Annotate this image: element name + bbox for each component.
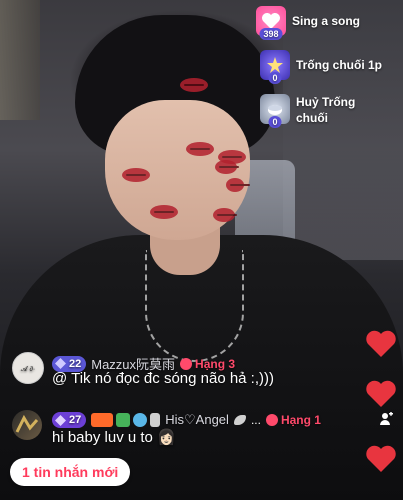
gift-trong-chuoi-1p[interactable]: 0 Trống chuối 1p [260,50,382,84]
floating-heart-icon [366,330,396,357]
diamond-icon [55,414,66,426]
rank-icon [265,414,278,426]
kiss-effect [186,142,214,156]
gift-badge-icon [116,413,131,427]
comment-text: hi baby luv u to 👩🏻 [52,429,176,446]
username[interactable]: His♡Angel [165,412,229,428]
kiss-effect [122,168,150,182]
wing-icon [233,415,246,425]
kiss-effect [226,178,250,192]
cancel-drum-icon: 0 [260,94,290,128]
comment-meta: 27 His♡Angel ... Hạng 1 [52,412,321,428]
background-wall [283,0,403,260]
kiss-effect [150,205,178,219]
live-stream-view: 398 Sing a song 0 Trống chuối 1p 0 Huỷ T… [0,0,403,500]
level-number: 27 [69,414,82,426]
gift-sing-a-song[interactable]: 398 Sing a song [256,6,361,40]
svg-text:𝓐 ∂·: 𝓐 ∂· [21,365,36,373]
chat-comment[interactable]: 27 His♡Angel ... Hạng 1 hi baby luv u to… [12,410,363,450]
user-avatar[interactable] [12,410,42,440]
heart-badge-icon [133,413,148,427]
new-message-button[interactable]: 1 tin nhắn mới [10,458,131,486]
username-ellipsis: ... [250,413,261,427]
wing-badge-icon [150,413,161,427]
gift-count: 0 [268,72,282,84]
rank-label: Hạng 3 [195,356,236,371]
floating-heart-icon [366,445,396,472]
floating-heart-icon [366,380,396,407]
level-badge: 27 [52,412,87,428]
fan-badges [91,413,161,427]
user-avatar[interactable]: 𝓐 ∂· [12,352,44,384]
gift-count: 398 [259,28,283,40]
diamond-icon [55,358,66,369]
gift-label: Sing a song [292,14,361,28]
gift-huy-trong-chuoi[interactable]: 0 Huỷ Trống chuối [260,94,366,128]
rank-label: Hạng 1 [280,413,321,427]
add-user-icon[interactable] [379,411,393,426]
rank-badge: Hạng 1 [265,413,321,427]
kiss-effect [213,208,237,222]
gift-label: Huỷ Trống chuối [296,95,356,125]
rank-icon [180,357,193,370]
gift-label: Trống chuối 1p [296,58,382,72]
kiss-effect [180,78,208,92]
chat-comment[interactable]: 𝓐 ∂· 22 Mazzux阮莫雨 Hạng 3 @ Tik nó đọc đc… [12,352,363,392]
fan-club-badge-icon [91,413,114,427]
streamer-necklace [145,250,244,362]
rank-badge: Hạng 3 [180,357,235,371]
heart-gift-icon: 398 [256,6,286,40]
kiss-effect [215,160,239,174]
background-lamp [0,0,40,120]
comment-text: @ Tik nó đọc đc sóng não hả :,))) [52,370,275,387]
star-drum-icon: 0 [260,50,290,84]
gift-count: 0 [268,116,282,128]
